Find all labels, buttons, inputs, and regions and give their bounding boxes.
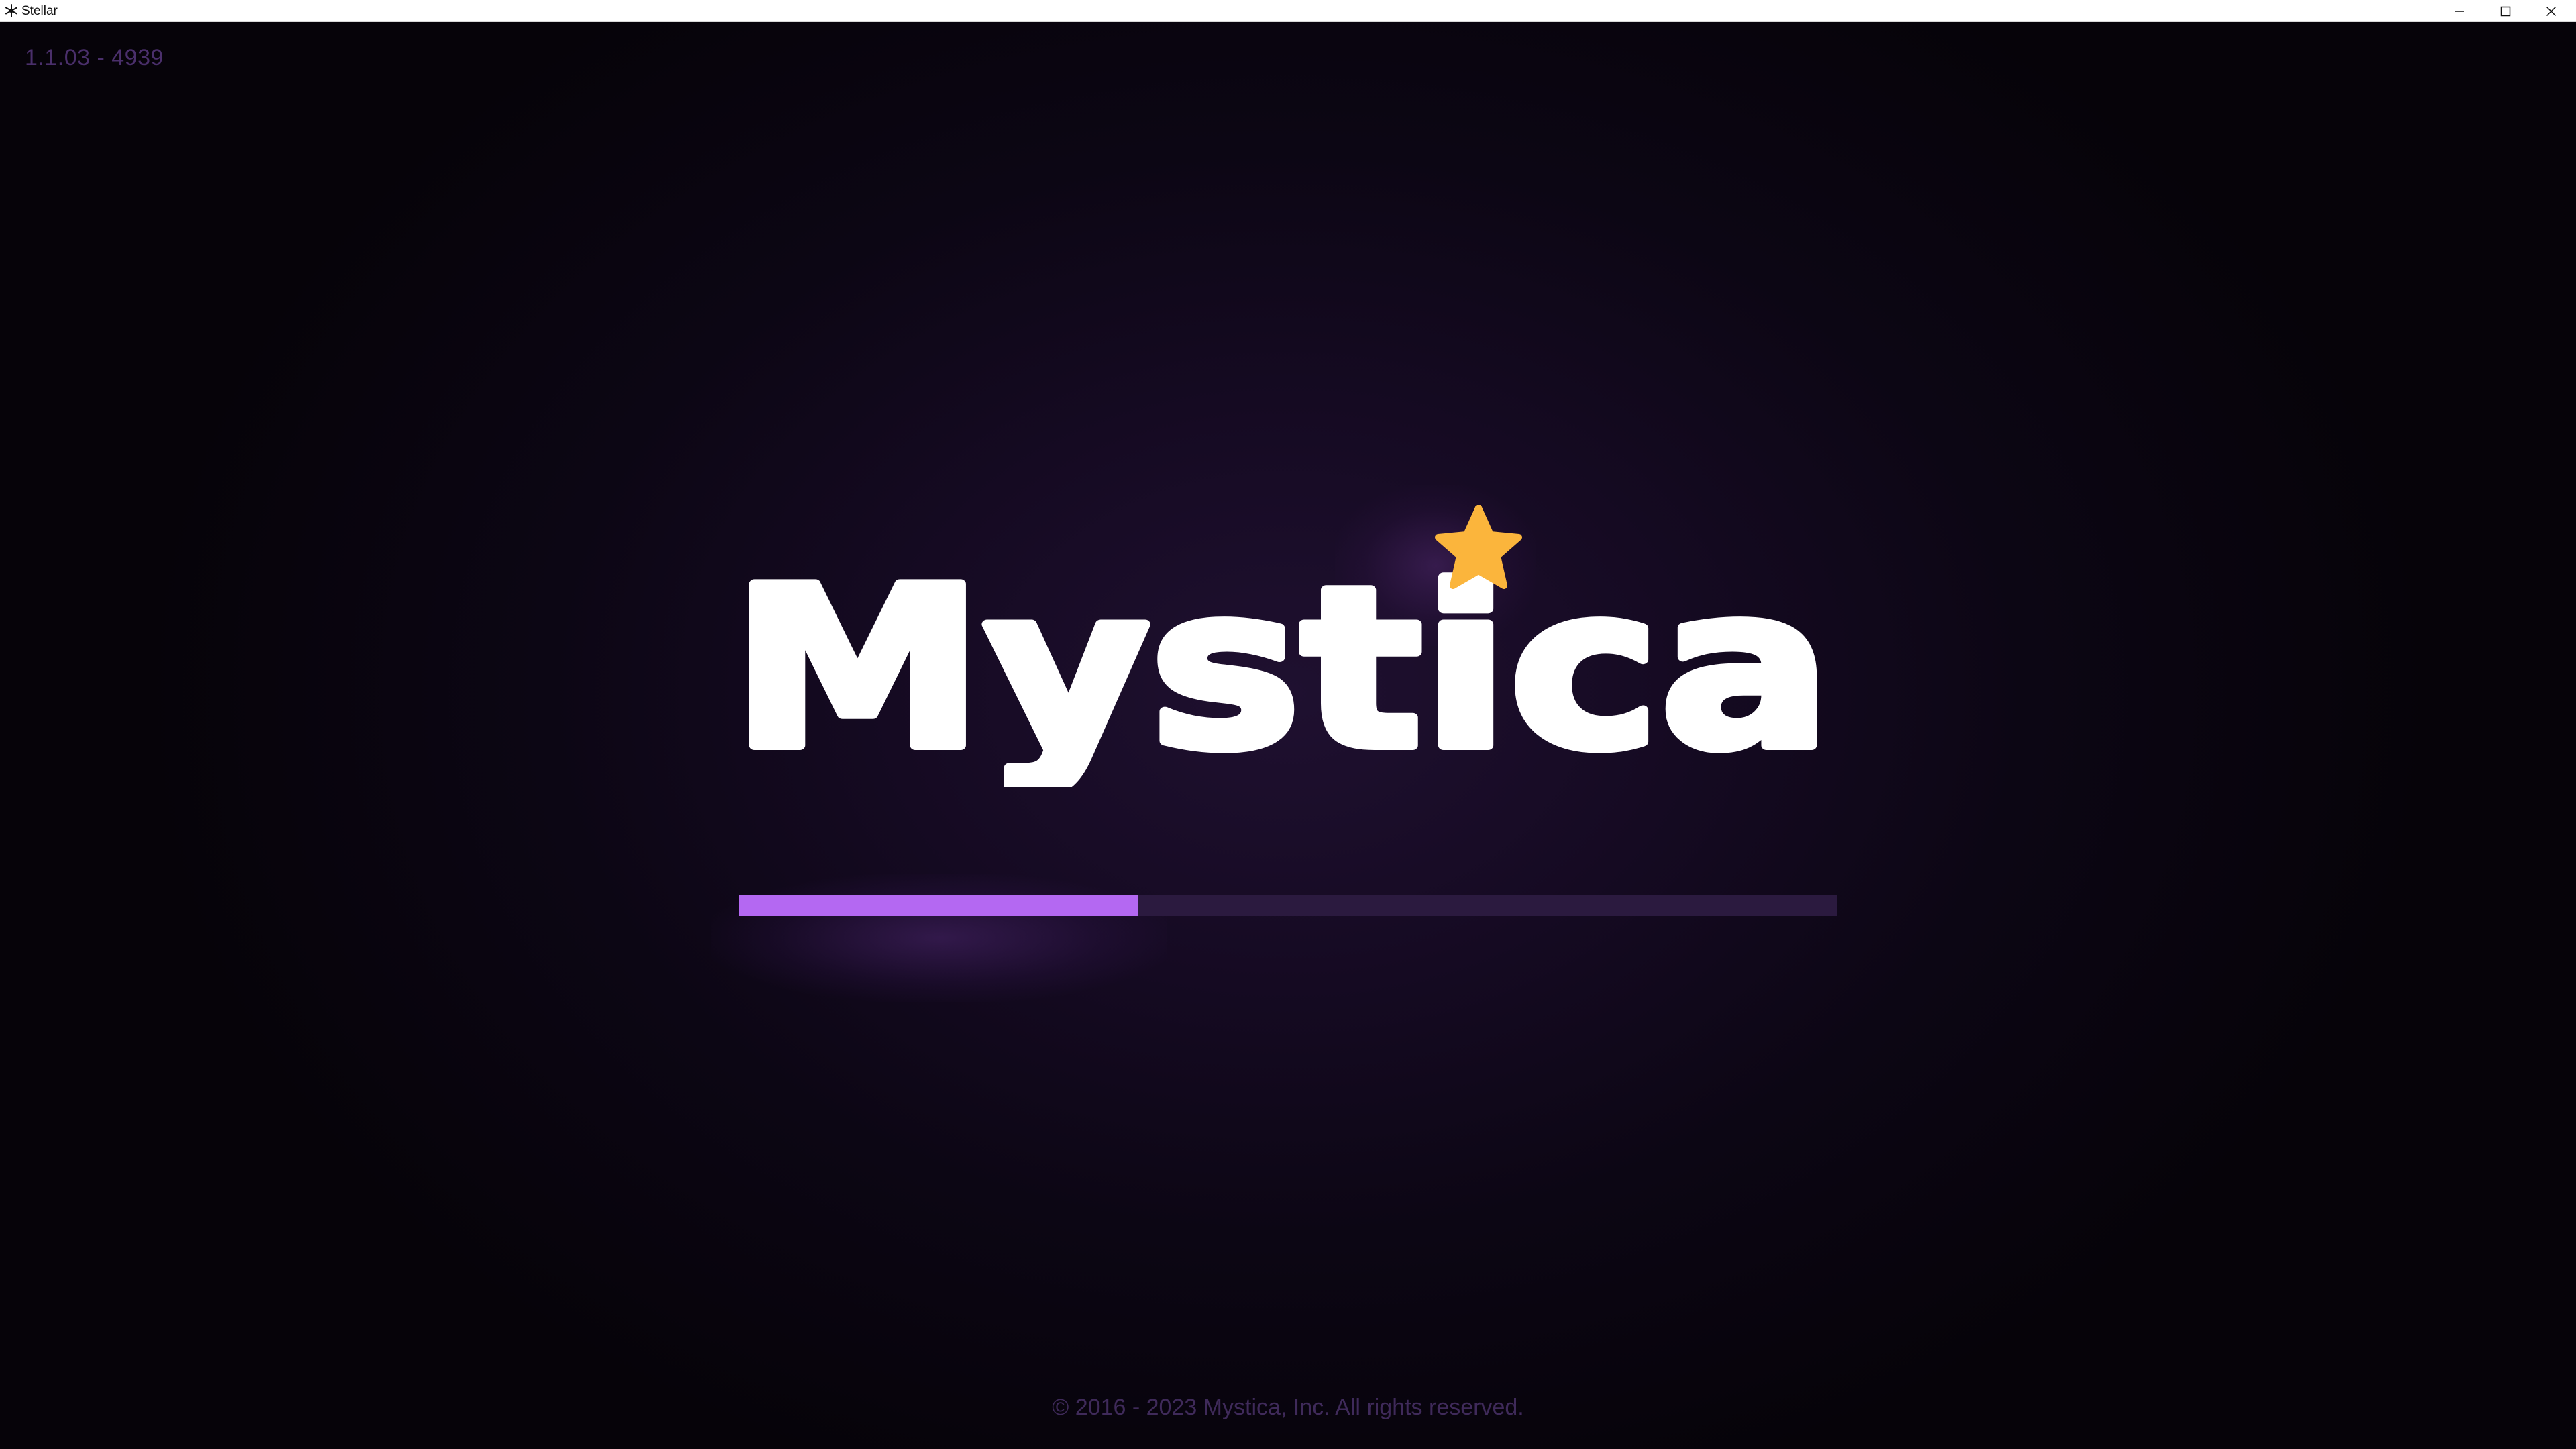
maximize-button[interactable] [2483,0,2528,22]
minimize-icon [2455,11,2464,12]
app-window: Stellar 1.1.03 - 4939 Mystica © 2016 - 2… [0,0,2576,1449]
close-icon [2546,6,2557,17]
splash-screen: 1.1.03 - 4939 Mystica © 2016 - 2023 Myst… [0,22,2576,1449]
progress-glow [711,874,1167,1002]
maximize-icon [2500,6,2511,17]
title-bar[interactable]: Stellar [0,0,2576,22]
mystica-logo: Mystica [731,505,1836,787]
version-label: 1.1.03 - 4939 [25,45,164,70]
logo-wordmark: Mystica [731,540,1831,787]
stellar-app-icon [4,3,19,19]
copyright-text: © 2016 - 2023 Mystica, Inc. All rights r… [1052,1395,1524,1420]
loading-progress-fill [739,895,1138,916]
loading-progress-bar [739,895,1837,916]
close-button[interactable] [2529,0,2573,22]
window-title: Stellar [21,4,58,18]
minimize-button[interactable] [2437,0,2481,22]
